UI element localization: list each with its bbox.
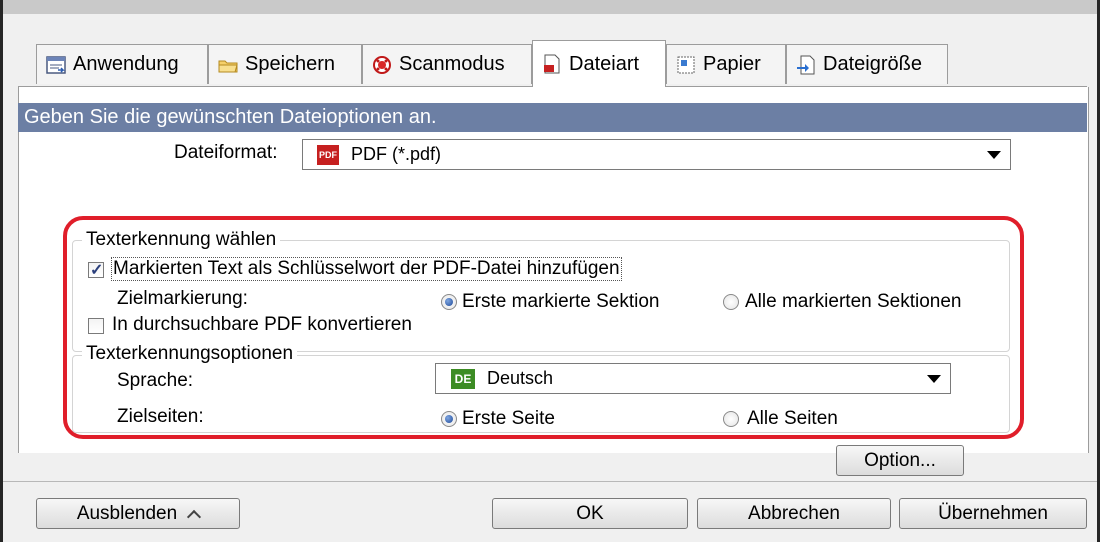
tab-label: Papier [703,53,761,75]
tab-label: Dateiart [569,52,640,75]
scanmode-icon [371,54,393,76]
tab-papier[interactable]: Papier [666,44,786,84]
file-format-value: PDF (*.pdf) [351,144,442,164]
searchable-pdf-label[interactable]: In durchsuchbare PDF konvertieren [112,314,412,336]
tab-label: Speichern [245,53,336,75]
chevron-down-icon [987,151,1001,159]
radio-all-pages-label[interactable]: Alle Seiten [747,408,838,430]
file-format-select[interactable]: PDF PDF (*.pdf) [302,139,1011,170]
radio-all-sections[interactable] [723,294,739,310]
folder-icon [217,54,239,76]
radio-first-page[interactable] [441,411,457,427]
chevron-up-icon [187,509,202,524]
document-icon [541,53,563,75]
language-value: Deutsch [487,368,554,388]
paper-icon [675,54,697,76]
application-icon [45,54,67,76]
ok-button[interactable]: OK [492,498,688,529]
filesize-icon [795,54,817,76]
searchable-pdf-checkbox[interactable] [88,318,104,334]
hide-button-label: Ausblenden [76,502,178,524]
cancel-button[interactable]: Abbrechen [697,498,891,529]
tab-dateiart[interactable]: Dateiart [532,40,666,87]
radio-first-section[interactable] [441,294,457,310]
chevron-down-icon [927,375,941,383]
radio-all-sections-label[interactable]: Alle markierten Sektionen [745,291,962,313]
radio-first-section-label[interactable]: Erste markierte Sektion [462,291,659,313]
tab-speichern[interactable]: Speichern [208,44,362,84]
keyword-checkbox[interactable] [88,260,104,280]
language-flag-icon: DE [451,368,475,389]
tab-label: Anwendung [73,53,179,75]
tab-label: Scanmodus [399,53,505,75]
tab-scanmodus[interactable]: Scanmodus [362,44,532,84]
option-button[interactable]: Option... [836,445,964,476]
radio-all-pages[interactable] [723,411,739,427]
radio-first-page-label[interactable]: Erste Seite [462,408,555,430]
keyword-checkbox-label[interactable]: Markierten Text als Schlüsselwort der PD… [111,257,622,281]
apply-button[interactable]: Übernehmen [899,498,1087,529]
tab-anwendung[interactable]: Anwendung [36,44,208,84]
language-label: Sprache: [117,370,194,391]
language-select[interactable]: DE Deutsch [435,363,951,394]
pdf-icon: PDF [317,144,339,165]
tab-dateigroesse[interactable]: Dateigröße [786,44,948,84]
hide-button[interactable]: Ausblenden [36,498,240,529]
target-marking-label: Zielmarkierung: [117,288,248,309]
top-strip [0,0,1100,14]
tab-label: Dateigröße [823,53,922,75]
bottom-divider [3,481,1097,482]
file-format-label: Dateiformat: [174,142,278,163]
ocr-options-legend: Texterkennungsoptionen [82,343,298,365]
section-header: Geben Sie die gewünschten Dateioptionen … [18,103,1087,132]
text-recognition-legend: Texterkennung wählen [82,229,281,251]
target-pages-label: Zielseiten: [117,406,204,427]
